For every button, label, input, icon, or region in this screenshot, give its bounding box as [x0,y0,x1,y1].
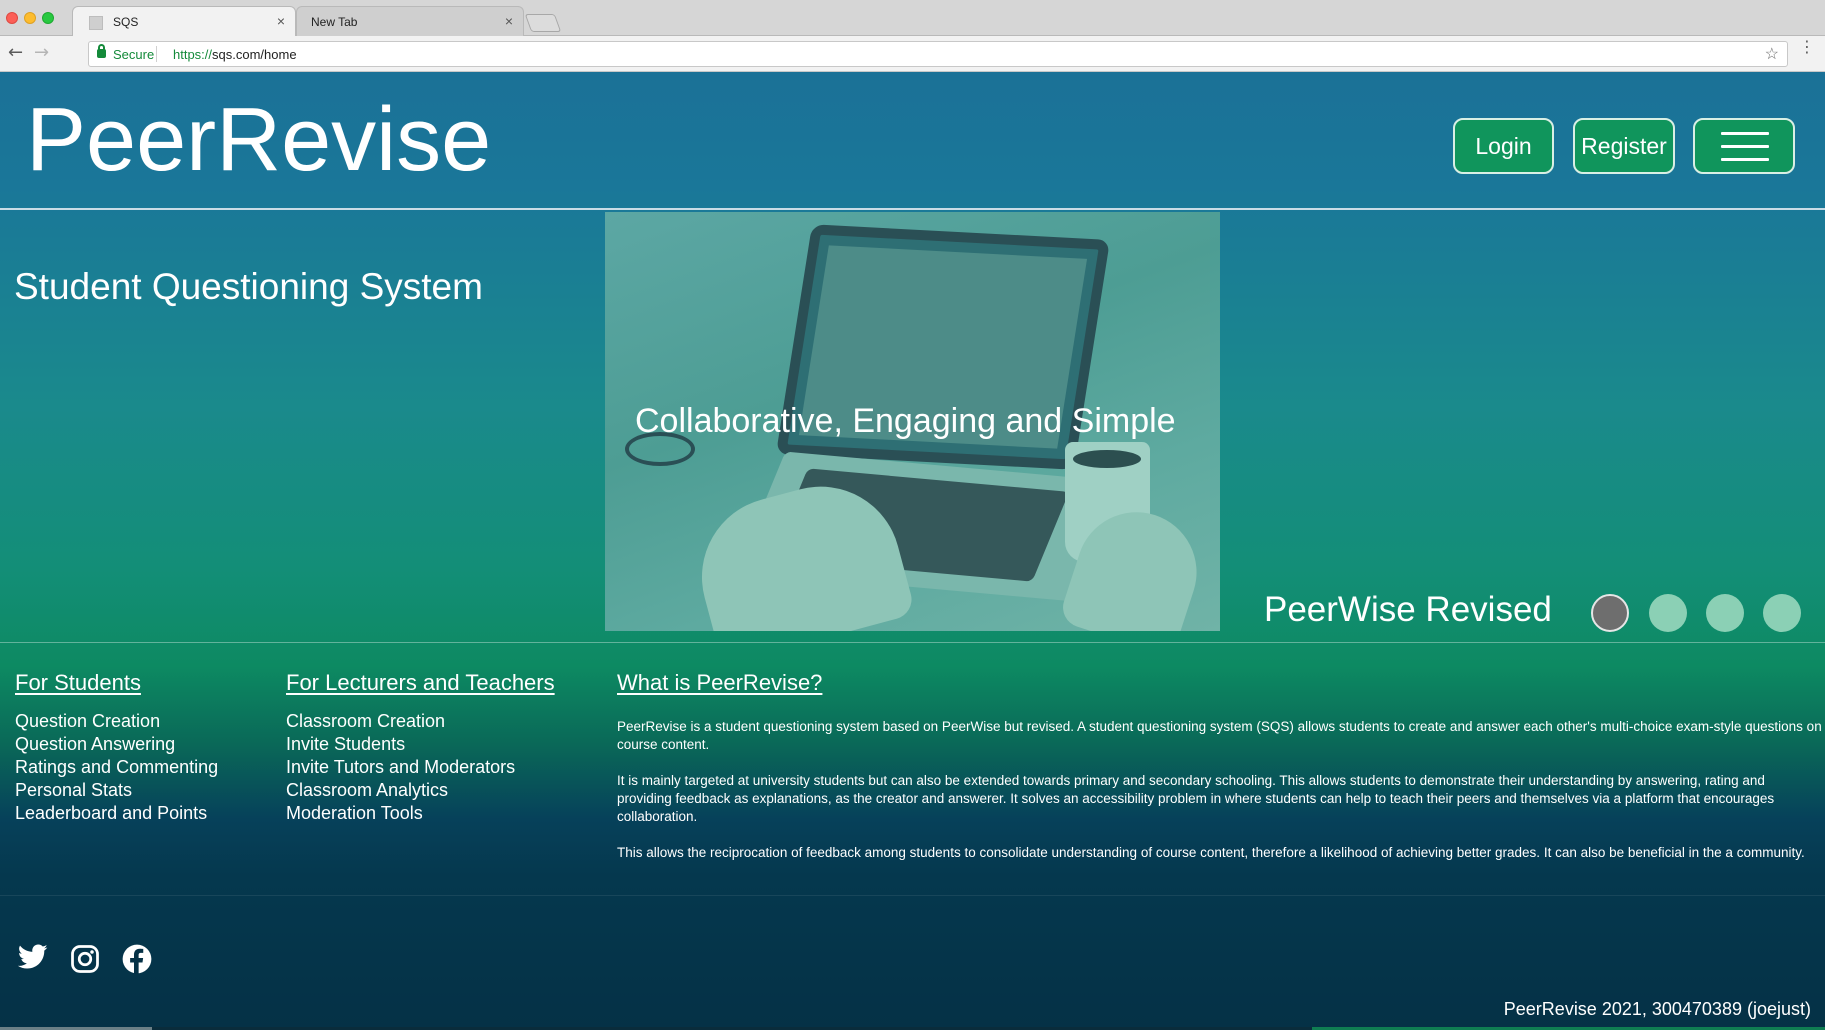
browser-tab-bar: SQS × New Tab × [0,0,1825,36]
close-window-button[interactable] [6,12,18,24]
register-button[interactable]: Register [1573,118,1675,174]
feature-link-moderation-tools[interactable]: Moderation Tools [286,802,515,825]
url-path: sqs.com/home [212,47,297,62]
close-tab-icon[interactable]: × [505,13,513,29]
tab-title: New Tab [311,15,358,29]
feature-link-question-answering[interactable]: Question Answering [15,733,218,756]
hero-title: Student Questioning System [14,266,483,307]
address-separator [156,46,157,62]
feature-link-question-creation[interactable]: Question Creation [15,710,218,733]
feature-link-classroom-creation[interactable]: Classroom Creation [286,710,515,733]
feature-link-ratings-commenting[interactable]: Ratings and Commenting [15,756,218,779]
feature-link-invite-tutors[interactable]: Invite Tutors and Moderators [286,756,515,779]
bookmark-star-icon[interactable]: ☆ [1765,44,1779,64]
hamburger-line [1721,132,1769,135]
students-feature-list: Question Creation Question Answering Rat… [15,710,218,825]
twitter-icon[interactable] [17,944,48,974]
feature-link-leaderboard[interactable]: Leaderboard and Points [15,802,218,825]
back-arrow-icon[interactable]: ← [8,44,23,62]
login-button[interactable]: Login [1453,118,1554,174]
lock-icon [97,44,106,58]
carousel-dot-2[interactable] [1649,594,1687,632]
tab-title: SQS [113,15,139,29]
hamburger-menu-button[interactable] [1693,118,1795,174]
close-tab-icon[interactable]: × [277,13,285,29]
maximize-window-button[interactable] [42,12,54,24]
footer-divider [0,895,1825,896]
about-paragraph: PeerRevise is a student questioning syst… [617,719,1822,752]
students-heading[interactable]: For Students [15,670,141,696]
browser-toolbar: ← → Secure https://sqs.com/home ☆ ⋮ [0,36,1825,72]
footer-copyright: PeerRevise 2021, 300470389 (joejust) [1503,999,1811,1019]
url-text[interactable]: https://sqs.com/home [173,47,297,62]
hero-section: Student Questioning System Collaborative… [0,212,1825,643]
hero-laptop-image: Collaborative, Engaging and Simple [605,212,1220,631]
feature-link-classroom-analytics[interactable]: Classroom Analytics [286,779,515,802]
site-logo[interactable]: PeerRevise [26,90,491,190]
new-tab-button[interactable] [524,14,562,32]
facebook-icon[interactable] [122,944,152,978]
carousel-dot-4[interactable] [1763,594,1801,632]
tab-sqs[interactable]: SQS × [72,6,296,36]
carousel-dot-3[interactable] [1706,594,1744,632]
address-bar[interactable]: Secure https://sqs.com/home ☆ [88,41,1788,67]
about-paragraph: This allows the reciprocation of feedbac… [617,845,1805,860]
feature-link-personal-stats[interactable]: Personal Stats [15,779,218,802]
tab-new-tab[interactable]: New Tab × [296,6,524,36]
about-paragraph: It is mainly targeted at university stud… [617,773,1775,824]
url-scheme: https:// [173,47,213,62]
lecturers-heading[interactable]: For Lecturers and Teachers [286,670,555,696]
hero-tagline: PeerWise Revised [1264,590,1552,629]
hamburger-line [1721,158,1769,161]
carousel-dot-1[interactable] [1591,594,1629,632]
hero-caption: Collaborative, Engaging and Simple [635,402,1176,440]
site-page: PeerRevise Login Register Student Questi… [0,72,1825,1030]
browser-menu-icon[interactable]: ⋮ [1799,39,1815,55]
instagram-icon[interactable] [70,944,100,978]
hamburger-line [1721,145,1769,148]
lecturers-feature-list: Classroom Creation Invite Students Invit… [286,710,515,825]
forward-arrow-icon[interactable]: → [34,44,49,62]
about-heading[interactable]: What is PeerRevise? [617,670,822,696]
site-header: PeerRevise Login Register [0,72,1825,210]
feature-link-invite-students[interactable]: Invite Students [286,733,515,756]
minimize-window-button[interactable] [24,12,36,24]
page-favicon-icon [89,16,103,30]
about-text: PeerRevise is a student questioning syst… [617,718,1822,880]
secure-label: Secure [113,47,155,62]
